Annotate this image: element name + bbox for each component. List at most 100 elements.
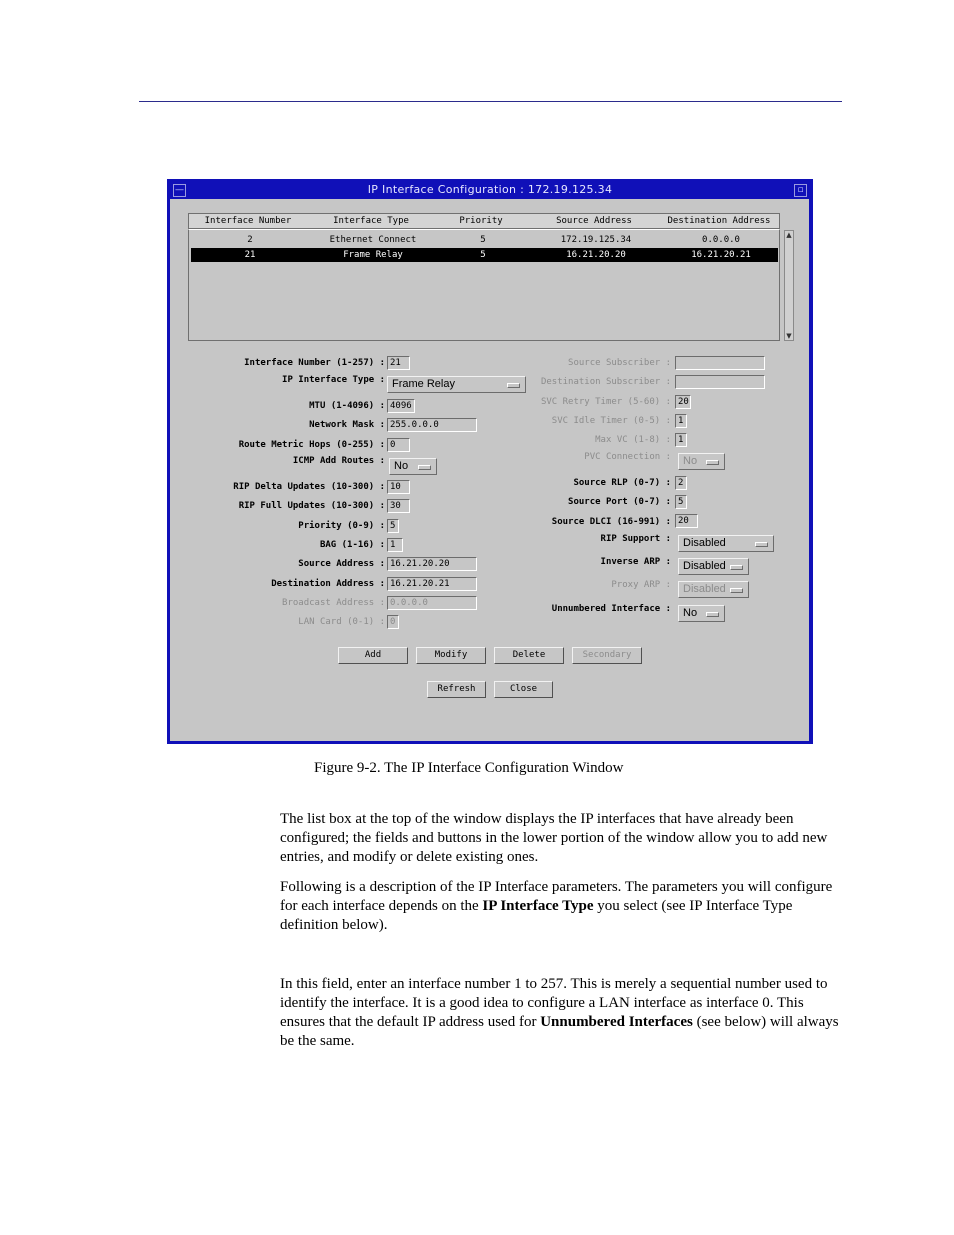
cell-interface-number: 2: [247, 235, 253, 245]
route-metric-hops-field[interactable]: 0: [387, 438, 410, 452]
table-row[interactable]: 2 Ethernet Connect 5 172.19.125.34 0.0.0…: [191, 233, 778, 247]
label-rip-delta-updates: RIP Delta Updates (10-300) :: [233, 482, 385, 492]
cell-source-address: 172.19.125.34: [560, 235, 632, 245]
source-rlp-field[interactable]: 2: [675, 476, 687, 490]
destination-subscriber-field: [675, 375, 765, 389]
option-menu-icon: [730, 565, 743, 570]
interface-list[interactable]: 2 Ethernet Connect 5 172.19.125.34 0.0.0…: [188, 229, 780, 341]
pvc-connection-value: No: [683, 455, 698, 467]
column-header-destination-address: Destination Address: [667, 216, 771, 226]
mtu-field[interactable]: 4096: [387, 399, 415, 413]
close-button[interactable]: Close: [494, 681, 553, 698]
label-proxy-arp: Proxy ARP :: [611, 580, 671, 590]
minimize-icon[interactable]: ▫: [794, 184, 807, 197]
label-rip-full-updates: RIP Full Updates (10-300) :: [238, 501, 385, 511]
column-header-priority: Priority: [459, 216, 503, 226]
proxy-arp-value: Disabled: [683, 583, 726, 595]
paragraph-parameters: Following is a description of the IP Int…: [280, 878, 845, 935]
cell-priority: 5: [480, 250, 486, 260]
unnumbered-interface-select[interactable]: No: [678, 605, 725, 622]
rip-delta-updates-field[interactable]: 10: [387, 480, 410, 494]
label-route-metric-hops: Route Metric Hops (0-255) :: [238, 440, 385, 450]
refresh-button[interactable]: Refresh: [427, 681, 486, 698]
source-dlci-field[interactable]: 20: [675, 514, 698, 528]
delete-button[interactable]: Delete: [494, 647, 564, 664]
option-menu-icon: [706, 460, 719, 465]
source-address-field[interactable]: 16.21.20.20: [387, 557, 477, 571]
label-svc-idle-timer: SVC Idle Timer (0-5) :: [551, 416, 671, 426]
cell-destination-address: 16.21.20.21: [691, 250, 751, 260]
paragraph-text: The list box at the top of the window di…: [280, 811, 828, 865]
inverse-arp-select[interactable]: Disabled: [678, 558, 749, 575]
window-client-area: Interface Number Interface Type Priority…: [170, 199, 809, 741]
pvc-connection-select: No: [678, 453, 725, 470]
label-destination-subscriber: Destination Subscriber :: [540, 377, 671, 387]
option-menu-icon: [418, 465, 431, 470]
label-network-mask: Network Mask :: [309, 420, 385, 430]
label-max-vc: Max VC (1-8) :: [595, 435, 671, 445]
cell-interface-type: Frame Relay: [343, 250, 403, 260]
label-rip-support: RIP Support :: [600, 534, 671, 544]
ip-interface-type-select[interactable]: Frame Relay: [387, 376, 526, 393]
label-broadcast-address: Broadcast Address :: [282, 598, 385, 608]
figure-caption: Figure 9-2. The IP Interface Configurati…: [314, 760, 624, 776]
source-subscriber-field: [675, 356, 765, 370]
cell-source-address: 16.21.20.20: [566, 250, 626, 260]
label-svc-retry-timer: SVC Retry Timer (5-60) :: [540, 397, 671, 407]
option-menu-icon: [507, 383, 520, 388]
column-header-interface-number: Interface Number: [204, 216, 292, 226]
icmp-add-routes-value: No: [394, 460, 409, 472]
label-unnumbered-interface: Unnumbered Interface :: [551, 604, 671, 614]
window-title: IP Interface Configuration : 172.19.125.…: [367, 183, 613, 196]
header-rule: [139, 101, 842, 102]
label-pvc-connection: PVC Connection :: [584, 452, 671, 462]
priority-field[interactable]: 5: [387, 519, 399, 533]
label-source-subscriber: Source Subscriber :: [568, 358, 671, 368]
interface-number-field[interactable]: 21: [387, 356, 410, 370]
table-row-selected[interactable]: 21 Frame Relay 5 16.21.20.20 16.21.20.21: [191, 248, 778, 262]
label-mtu: MTU (1-4096) :: [309, 401, 385, 411]
list-scrollbar[interactable]: ▲ ▼: [784, 230, 794, 341]
source-port-field[interactable]: 5: [675, 495, 687, 509]
svc-idle-timer-field: 1: [675, 414, 687, 428]
cell-interface-number: 21: [244, 250, 256, 260]
label-source-port: Source Port (0-7) :: [568, 497, 671, 507]
scroll-down-icon[interactable]: ▼: [785, 332, 793, 340]
destination-address-field[interactable]: 16.21.20.21: [387, 577, 477, 591]
bag-field[interactable]: 1: [387, 538, 403, 552]
column-header-source-address: Source Address: [556, 216, 632, 226]
option-menu-icon: [706, 612, 719, 617]
paragraph-interface-number: In this field, enter an interface number…: [280, 975, 845, 1051]
list-header: Interface Number Interface Type Priority…: [188, 213, 780, 229]
unnumbered-interface-value: No: [683, 607, 698, 619]
label-source-rlp: Source RLP (0-7) :: [573, 478, 671, 488]
rip-support-select[interactable]: Disabled: [678, 535, 774, 552]
lan-card-field: 0: [387, 615, 399, 629]
modify-button[interactable]: Modify: [416, 647, 486, 664]
title-bar[interactable]: — IP Interface Configuration : 172.19.12…: [169, 181, 811, 199]
scroll-up-icon[interactable]: ▲: [785, 231, 793, 239]
label-inverse-arp: Inverse ARP :: [600, 557, 671, 567]
column-header-interface-type: Interface Type: [333, 216, 409, 226]
bold-term: Unnumbered Interfaces: [540, 1014, 693, 1030]
cell-destination-address: 0.0.0.0: [702, 235, 740, 245]
option-menu-icon: [755, 542, 768, 547]
ip-interface-configuration-window: — IP Interface Configuration : 172.19.12…: [167, 179, 813, 744]
svc-retry-timer-field: 20: [675, 395, 691, 409]
label-destination-address: Destination Address :: [271, 579, 385, 589]
network-mask-field[interactable]: 255.0.0.0: [387, 418, 477, 432]
label-priority: Priority (0-9) :: [298, 521, 385, 531]
add-button[interactable]: Add: [338, 647, 408, 664]
label-source-dlci: Source DLCI (16-991) :: [551, 517, 671, 527]
icmp-add-routes-select[interactable]: No: [389, 458, 437, 475]
label-source-address: Source Address :: [298, 559, 385, 569]
broadcast-address-field: 0.0.0.0: [387, 596, 477, 610]
inverse-arp-value: Disabled: [683, 560, 726, 572]
label-ip-interface-type: IP Interface Type :: [282, 375, 385, 385]
bold-term: IP Interface Type: [482, 898, 594, 914]
paragraph-list-box: The list box at the top of the window di…: [280, 810, 845, 867]
rip-full-updates-field[interactable]: 30: [387, 499, 410, 513]
cell-priority: 5: [480, 235, 486, 245]
label-icmp-add-routes: ICMP Add Routes :: [292, 456, 385, 466]
label-lan-card: LAN Card (0-1) :: [298, 617, 385, 627]
